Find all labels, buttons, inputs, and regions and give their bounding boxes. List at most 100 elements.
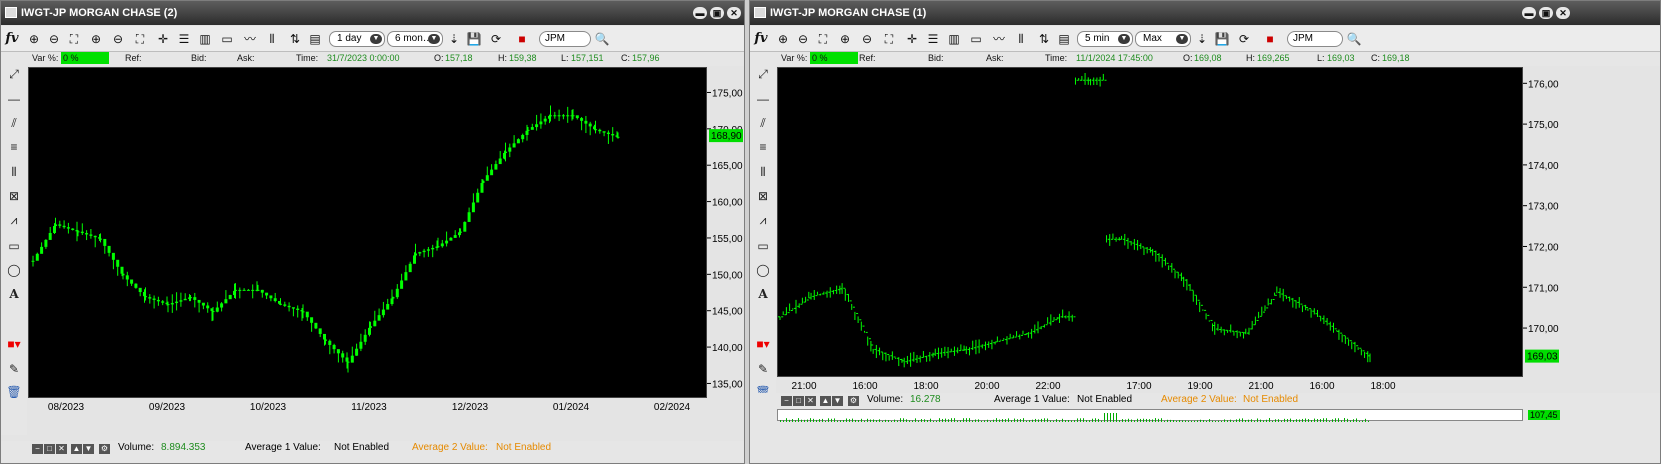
zoom-in-icon[interactable]: ⊕ bbox=[774, 30, 792, 48]
close-button[interactable]: ✕ bbox=[1556, 7, 1570, 19]
period-select[interactable]: 5 min ▼ bbox=[1077, 31, 1133, 47]
zoom-reset-icon[interactable]: ⊖ bbox=[109, 30, 127, 48]
close-button[interactable]: ✕ bbox=[727, 7, 741, 19]
ohlc-icon[interactable]: ⇅ bbox=[286, 30, 304, 48]
close-small-icon[interactable]: ✕ bbox=[805, 396, 816, 406]
fan-icon[interactable]: ⩘ bbox=[753, 212, 773, 228]
up-icon[interactable]: ▲ bbox=[820, 396, 831, 406]
trendline-icon[interactable]: ⤢ bbox=[4, 66, 24, 82]
down-icon[interactable]: ▼ bbox=[83, 444, 94, 454]
color-picker-icon[interactable]: ■▾ bbox=[4, 336, 24, 352]
zoom-fit-icon[interactable]: ⛶ bbox=[814, 30, 832, 48]
settings-icon[interactable]: ⚙ bbox=[848, 396, 859, 406]
fibonacci-icon[interactable]: ≡ bbox=[753, 139, 773, 155]
square-icon[interactable]: □ bbox=[793, 396, 804, 406]
channel-icon[interactable]: ⫽ bbox=[753, 115, 773, 131]
search-icon[interactable]: 🔍 bbox=[1345, 30, 1363, 48]
list-icon[interactable]: ☰ bbox=[924, 30, 942, 48]
refresh-icon[interactable]: ⟳ bbox=[1235, 30, 1253, 48]
volume-bar bbox=[1242, 418, 1243, 422]
price-chart[interactable] bbox=[29, 68, 708, 399]
range-select[interactable]: 6 mon… ▼ bbox=[387, 31, 443, 47]
up-icon[interactable]: ▲ bbox=[71, 444, 82, 454]
ellipse-icon[interactable]: ◯ bbox=[753, 262, 773, 278]
zoom-reset-icon[interactable]: ⊖ bbox=[858, 30, 876, 48]
chart-window-left[interactable]: IWGT-JP MORGAN CHASE (2) ▬ ▣ ✕ fv ⊕ ⊖ ⛶ … bbox=[0, 0, 745, 464]
bars-icon[interactable]: ▥ bbox=[945, 30, 963, 48]
horizontal-line-icon[interactable]: — bbox=[4, 91, 24, 107]
rectangle-icon[interactable]: ▭ bbox=[753, 238, 773, 254]
candles-icon[interactable]: ⫴ bbox=[263, 30, 281, 48]
symbol-input[interactable]: JPM bbox=[539, 31, 591, 47]
chart-window-right[interactable]: IWGT-JP MORGAN CHASE (1) ▬ ▣ ✕ fv ⊕ ⊖ ⛶ … bbox=[749, 0, 1661, 464]
color-icon[interactable]: ■ bbox=[513, 30, 531, 48]
fv-logo-icon[interactable]: fv bbox=[752, 30, 770, 48]
horizontal-line-icon[interactable]: — bbox=[753, 91, 773, 107]
rectangle-icon[interactable]: ▭ bbox=[4, 238, 24, 254]
properties-icon[interactable]: ▤ bbox=[306, 30, 324, 48]
gann-icon[interactable]: ⊠ bbox=[4, 188, 24, 204]
trash-icon[interactable]: 🗑 bbox=[4, 384, 24, 400]
bars-icon[interactable]: ▥ bbox=[196, 30, 214, 48]
floppy-icon[interactable]: 💾 bbox=[1213, 30, 1231, 48]
settings-icon[interactable]: ⚙ bbox=[99, 444, 110, 454]
crosshair-icon[interactable]: ✛ bbox=[154, 30, 172, 48]
frame-icon[interactable]: ▭ bbox=[967, 30, 985, 48]
price-chart[interactable] bbox=[778, 68, 1524, 378]
crosshair-icon[interactable]: ✛ bbox=[903, 30, 921, 48]
title-bar[interactable]: IWGT-JP MORGAN CHASE (1) ▬ ▣ ✕ bbox=[750, 1, 1660, 25]
vertical-lines-icon[interactable]: ⦀ bbox=[753, 164, 773, 180]
vertical-lines-icon[interactable]: ⦀ bbox=[4, 164, 24, 180]
save-icon[interactable]: ⇣ bbox=[1193, 30, 1211, 48]
channel-icon[interactable]: ⫽ bbox=[4, 115, 24, 131]
eraser-icon[interactable]: ✎ bbox=[4, 361, 24, 377]
zoom-out-icon[interactable]: ⊖ bbox=[45, 30, 63, 48]
minimize-button[interactable]: ▬ bbox=[1522, 7, 1536, 19]
title-bar[interactable]: IWGT-JP MORGAN CHASE (2) ▬ ▣ ✕ bbox=[1, 1, 744, 25]
minimize-button[interactable]: ▬ bbox=[693, 7, 707, 19]
period-select[interactable]: 1 day ▼ bbox=[329, 31, 385, 47]
zoom-in-icon[interactable]: ⊕ bbox=[25, 30, 43, 48]
plot-area[interactable] bbox=[28, 67, 707, 398]
fv-logo-icon[interactable]: fv bbox=[3, 30, 21, 48]
properties-icon[interactable]: ▤ bbox=[1055, 30, 1073, 48]
list-icon[interactable]: ☰ bbox=[175, 30, 193, 48]
refresh-icon[interactable]: ⟳ bbox=[487, 30, 505, 48]
close-small-icon[interactable]: ✕ bbox=[56, 444, 67, 454]
volume-bar bbox=[1113, 413, 1114, 422]
square-icon[interactable]: □ bbox=[44, 444, 55, 454]
plot-area[interactable] bbox=[777, 67, 1523, 377]
text-icon[interactable]: A bbox=[4, 286, 24, 302]
frame-icon[interactable]: ▭ bbox=[218, 30, 236, 48]
minus-icon[interactable]: − bbox=[32, 444, 43, 454]
ellipse-icon[interactable]: ◯ bbox=[4, 262, 24, 278]
zoom-out-icon[interactable]: ⊖ bbox=[794, 30, 812, 48]
open-value: 169,08 bbox=[1194, 53, 1222, 63]
fibonacci-icon[interactable]: ≡ bbox=[4, 139, 24, 155]
floppy-icon[interactable]: 💾 bbox=[465, 30, 483, 48]
maximize-button[interactable]: ▣ bbox=[1539, 7, 1553, 19]
range-select[interactable]: Max ▼ bbox=[1135, 31, 1191, 47]
zoom-area-icon[interactable]: ⊕ bbox=[87, 30, 105, 48]
color-picker-icon[interactable]: ■▾ bbox=[753, 336, 773, 352]
eraser-icon[interactable]: ✎ bbox=[753, 361, 773, 377]
line-icon[interactable]: 〰 bbox=[990, 30, 1008, 48]
symbol-input[interactable]: JPM bbox=[1287, 31, 1343, 47]
trendline-icon[interactable]: ⤢ bbox=[753, 66, 773, 82]
fan-icon[interactable]: ⩘ bbox=[4, 212, 24, 228]
zoom-fit-icon[interactable]: ⛶ bbox=[65, 30, 83, 48]
line-icon[interactable]: 〰 bbox=[241, 30, 259, 48]
zoom-area-icon[interactable]: ⊕ bbox=[836, 30, 854, 48]
maximize-button[interactable]: ▣ bbox=[710, 7, 724, 19]
zoom-full-icon[interactable]: ⛶ bbox=[880, 30, 898, 48]
down-icon[interactable]: ▼ bbox=[832, 396, 843, 406]
candles-icon[interactable]: ⫴ bbox=[1012, 30, 1030, 48]
ohlc-icon[interactable]: ⇅ bbox=[1035, 30, 1053, 48]
save-icon[interactable]: ⇣ bbox=[445, 30, 463, 48]
color-icon[interactable]: ■ bbox=[1261, 30, 1279, 48]
search-icon[interactable]: 🔍 bbox=[593, 30, 611, 48]
text-icon[interactable]: A bbox=[753, 286, 773, 302]
minus-icon[interactable]: − bbox=[781, 396, 792, 406]
zoom-full-icon[interactable]: ⛶ bbox=[131, 30, 149, 48]
gann-icon[interactable]: ⊠ bbox=[753, 188, 773, 204]
